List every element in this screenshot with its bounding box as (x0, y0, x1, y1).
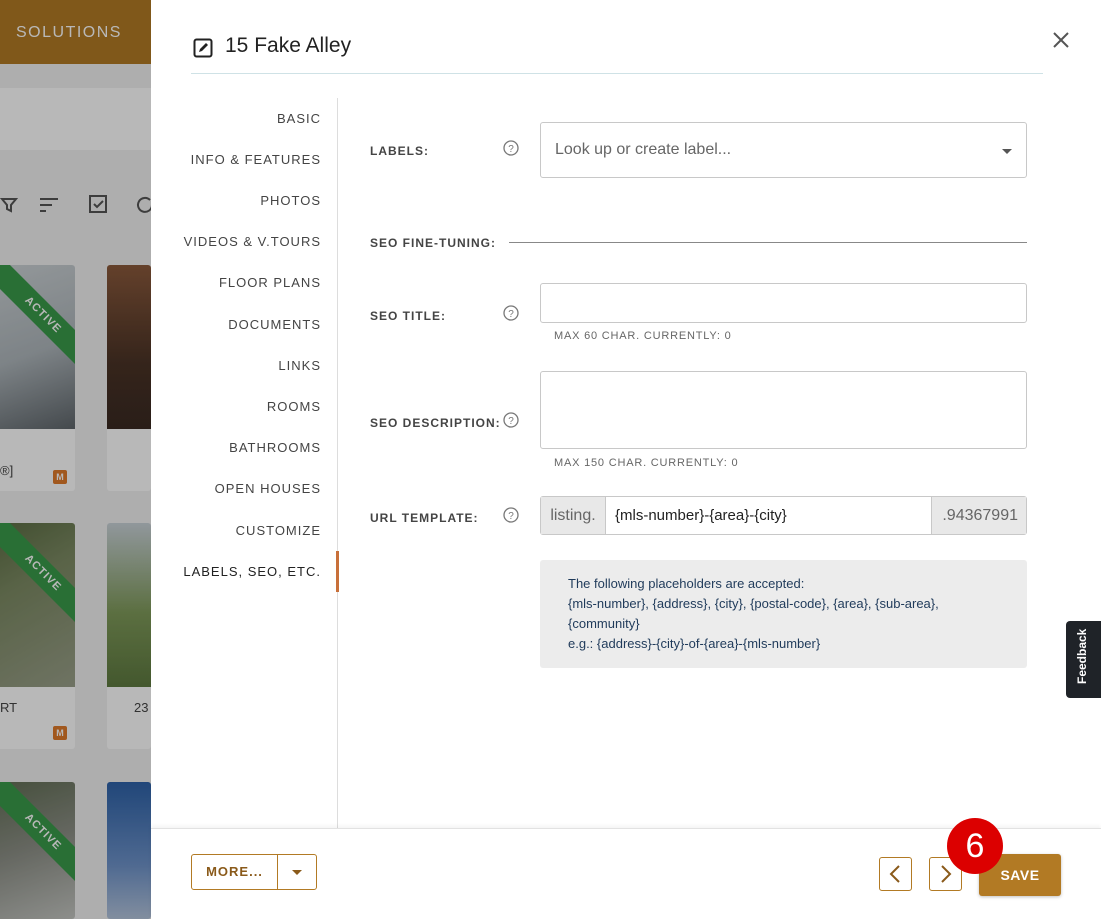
seo-description-label: SEO DESCRIPTION: (370, 416, 501, 430)
more-button[interactable]: MORE... (191, 854, 278, 890)
nav-item-bathrooms[interactable]: BATHROOMS (229, 440, 321, 455)
step-badge: 6 (947, 818, 1003, 874)
edit-icon (193, 38, 213, 58)
chevron-left-icon (889, 865, 900, 883)
chevron-down-icon (1002, 149, 1012, 154)
seo-section-heading: SEO FINE-TUNING: (370, 236, 496, 250)
svg-text:?: ? (508, 309, 514, 320)
nav-item-basic[interactable]: BASIC (277, 111, 321, 126)
active-nav-indicator (336, 551, 339, 592)
info-line: {mls-number}, {address}, {city}, {postal… (568, 596, 939, 611)
nav-item-rooms[interactable]: ROOMS (267, 399, 321, 414)
placeholder-info-box: The following placeholders are accepted:… (540, 560, 1027, 668)
seo-description-input[interactable] (540, 371, 1027, 449)
section-nav: BASIC INFO & FEATURES PHOTOS VIDEOS & V.… (183, 98, 339, 828)
nav-item-floor-plans[interactable]: FLOOR PLANS (219, 275, 321, 290)
feedback-tab[interactable]: Feedback (1066, 621, 1101, 698)
chevron-down-icon (292, 870, 302, 875)
info-line: The following placeholders are accepted: (568, 576, 805, 591)
svg-text:?: ? (508, 416, 514, 427)
help-icon[interactable]: ? (503, 412, 519, 428)
previous-button[interactable] (879, 857, 912, 891)
labels-select[interactable]: Look up or create label... (540, 122, 1027, 178)
svg-text:?: ? (508, 511, 514, 522)
nav-item-customize[interactable]: CUSTOMIZE (236, 523, 321, 538)
labels-label: LABELS: (370, 144, 429, 158)
seo-title-counter: MAX 60 CHAR. CURRENTLY: 0 (554, 330, 732, 342)
nav-item-photos[interactable]: PHOTOS (260, 193, 321, 208)
feedback-label: Feedback (1075, 628, 1089, 684)
seo-title-label: SEO TITLE: (370, 309, 446, 323)
more-dropdown-toggle[interactable] (277, 854, 317, 890)
help-icon[interactable]: ? (503, 507, 519, 523)
nav-item-links[interactable]: LINKS (278, 358, 321, 373)
nav-item-videos-tours[interactable]: VIDEOS & V.TOURS (184, 234, 321, 249)
url-suffix: .94367991 (931, 497, 1026, 534)
svg-text:?: ? (508, 144, 514, 155)
url-template-label: URL TEMPLATE: (370, 511, 479, 525)
edit-listing-modal: 15 Fake Alley BASIC INFO & FEATURES PHOT… (151, 0, 1101, 919)
seo-title-input[interactable] (540, 283, 1027, 323)
help-icon[interactable]: ? (503, 140, 519, 156)
info-line: e.g.: {address}-{city}-of-{area}-{mls-nu… (568, 636, 821, 651)
info-line: {community} (568, 616, 640, 631)
nav-item-documents[interactable]: DOCUMENTS (228, 317, 321, 332)
nav-item-info-features[interactable]: INFO & FEATURES (191, 152, 321, 167)
url-prefix: listing. (541, 497, 606, 534)
url-template-field[interactable]: listing. {mls-number}-{area}-{city} .943… (540, 496, 1027, 535)
nav-item-labels-seo[interactable]: LABELS, SEO, ETC. (183, 564, 321, 579)
labels-seo-form: LABELS: ? Look up or create label... SEO… (370, 0, 1070, 828)
help-icon[interactable]: ? (503, 305, 519, 321)
nav-item-open-houses[interactable]: OPEN HOUSES (215, 481, 321, 496)
modal-title: 15 Fake Alley (225, 34, 352, 57)
seo-description-counter: MAX 150 CHAR. CURRENTLY: 0 (554, 457, 739, 469)
labels-placeholder: Look up or create label... (555, 141, 732, 158)
url-template-input[interactable]: {mls-number}-{area}-{city} (615, 507, 787, 524)
section-divider (509, 242, 1027, 243)
